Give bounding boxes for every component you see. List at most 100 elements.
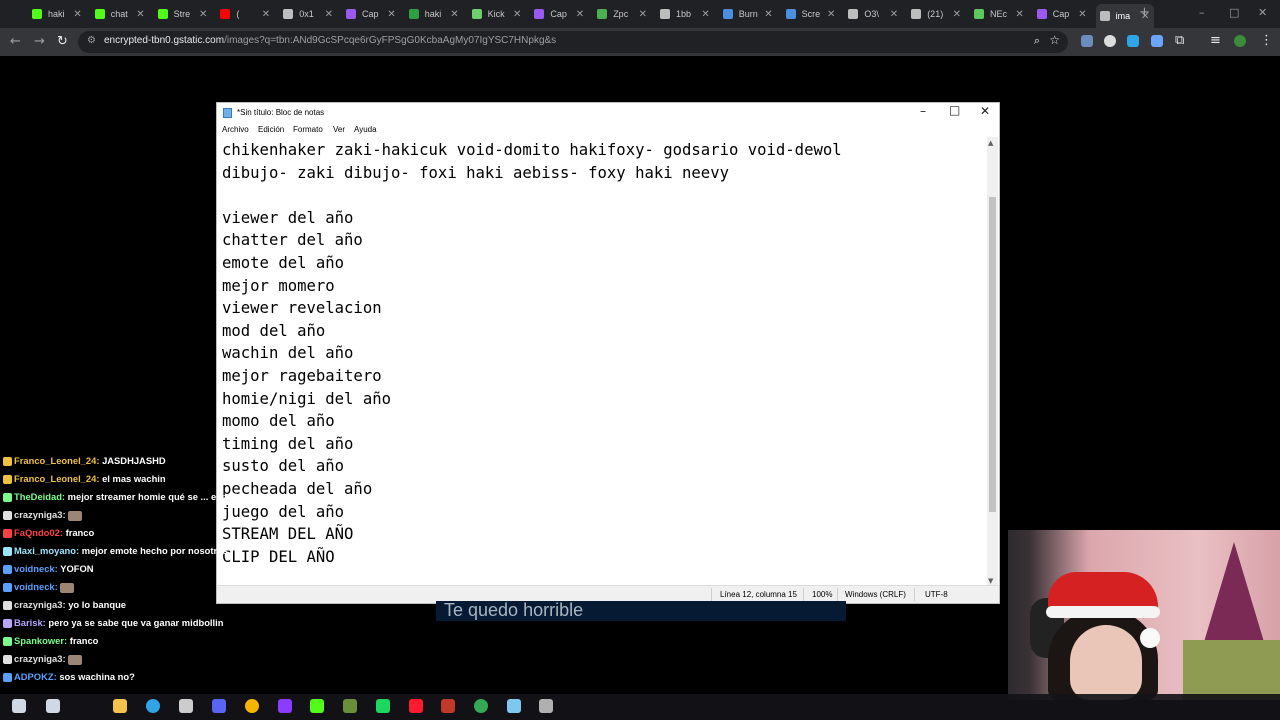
- browser-tab[interactable]: Kick ✕: [468, 4, 527, 24]
- browser-tab[interactable]: Scre ✕: [782, 4, 841, 24]
- browser-tab[interactable]: 0x1 ✕: [279, 4, 338, 24]
- browser-tab[interactable]: Burn ✕: [719, 4, 778, 24]
- zoom-icon[interactable]: ⌕: [1034, 34, 1040, 48]
- search-icon[interactable]: [46, 699, 60, 713]
- url-field[interactable]: ⚙ encrypted-tbn0.gstatic.com/images?q=tb…: [78, 31, 1068, 53]
- chrome-alt-icon[interactable]: [474, 699, 488, 713]
- menu-icon[interactable]: ⋮: [1260, 33, 1273, 48]
- profile-avatar[interactable]: [1234, 35, 1246, 47]
- settings-icon[interactable]: [539, 699, 553, 713]
- tab-close-icon[interactable]: ✕: [73, 9, 86, 20]
- chat-username: TheDeidad:: [14, 491, 66, 502]
- reading-list-icon[interactable]: ≡: [1210, 33, 1221, 48]
- spotify-icon[interactable]: [376, 699, 390, 713]
- edge-icon[interactable]: [146, 699, 160, 713]
- browser-tab[interactable]: NEc ✕: [970, 4, 1029, 24]
- browser-tab[interactable]: chat ✕: [91, 4, 150, 24]
- maximize-icon[interactable]: □: [1229, 6, 1239, 19]
- tab-close-icon[interactable]: ✕: [199, 9, 212, 20]
- browser-tab[interactable]: haki ✕: [405, 4, 464, 24]
- tab-close-icon[interactable]: ✕: [513, 9, 526, 20]
- browser-tab[interactable]: (21) ✕: [907, 4, 966, 24]
- minecraft-icon[interactable]: [343, 699, 357, 713]
- extensions-puzzle-icon[interactable]: ⧉: [1175, 33, 1184, 48]
- voicemeeter-icon[interactable]: [441, 699, 455, 713]
- tab-close-icon[interactable]: ✕: [1015, 9, 1028, 20]
- tab-close-icon[interactable]: ✕: [450, 9, 463, 20]
- tab-close-icon[interactable]: ✕: [1078, 9, 1091, 20]
- extension-icon[interactable]: [1151, 35, 1163, 47]
- chat-username: Franco_Leonel_24:: [14, 473, 100, 484]
- browser-tab[interactable]: haki ✕: [28, 4, 87, 24]
- tab-close-icon[interactable]: ✕: [953, 9, 966, 20]
- tab-close-icon[interactable]: ✕: [325, 9, 338, 20]
- browser-address-bar: ← → ↻ ⚙ encrypted-tbn0.gstatic.com/image…: [0, 28, 1280, 56]
- browser-tab[interactable]: 1bb ✕: [656, 4, 715, 24]
- notepad-title-bar: *Sin título: Bloc de notas – □ ✕: [217, 103, 999, 123]
- menu-archivo[interactable]: Archivo: [222, 125, 249, 134]
- extension-icon[interactable]: [1127, 35, 1139, 47]
- menu-ver[interactable]: Ver: [333, 125, 345, 134]
- browser-tab[interactable]: Cap ✕: [342, 4, 401, 24]
- notepad-text-area[interactable]: chikenhaker zaki-hakicuk void-domito hak…: [222, 139, 982, 585]
- extension-icon[interactable]: [1081, 35, 1093, 47]
- notepad-line: mejor momero: [222, 276, 335, 295]
- tab-close-icon[interactable]: ✕: [262, 9, 275, 20]
- tab-favicon-icon: [220, 9, 231, 19]
- browser-tab[interactable]: Zpc ✕: [593, 4, 652, 24]
- bookmark-star-icon[interactable]: ☆: [1049, 33, 1060, 47]
- menu-edicion[interactable]: Edición: [258, 125, 284, 134]
- browser-tab[interactable]: Cap ✕: [530, 4, 589, 24]
- minimize-icon[interactable]: –: [1199, 6, 1205, 19]
- github-icon[interactable]: [179, 699, 193, 713]
- menu-formato[interactable]: Formato: [293, 125, 323, 134]
- tab-close-icon[interactable]: ✕: [827, 9, 840, 20]
- extension-icon[interactable]: [1104, 35, 1116, 47]
- site-info-icon[interactable]: ⚙: [87, 35, 96, 46]
- browser-tab[interactable]: O3\ ✕: [844, 4, 903, 24]
- new-tab-icon[interactable]: +: [1139, 5, 1150, 20]
- scroll-down-icon[interactable]: ▼: [988, 577, 993, 585]
- browser-tab[interactable]: Cap ✕: [1033, 4, 1092, 24]
- tab-favicon-icon: [974, 9, 984, 19]
- tab-close-icon[interactable]: ✕: [890, 9, 903, 20]
- tab-close-icon[interactable]: ✕: [387, 9, 400, 20]
- chat-emote-icon: [60, 582, 75, 593]
- tab-favicon-icon: [346, 9, 356, 19]
- chat-emote-icon: [68, 510, 83, 521]
- canva-icon[interactable]: [278, 699, 292, 713]
- maximize-icon[interactable]: □: [949, 103, 960, 117]
- tab-close-icon[interactable]: ✕: [639, 9, 652, 20]
- tab-close-icon[interactable]: ✕: [136, 9, 149, 20]
- scrollbar-thumb[interactable]: [989, 197, 996, 512]
- discord-icon[interactable]: [212, 699, 226, 713]
- browser-tab[interactable]: (✕: [216, 4, 275, 24]
- back-icon[interactable]: ←: [10, 34, 21, 49]
- tab-close-icon[interactable]: ✕: [764, 9, 777, 20]
- vertical-scrollbar[interactable]: ▲ ▼: [987, 137, 998, 587]
- opera-icon[interactable]: [409, 699, 423, 713]
- chat-message: crazyniga3:: [0, 506, 250, 524]
- tab-favicon-icon: [722, 9, 733, 19]
- tab-close-icon[interactable]: ✕: [701, 9, 714, 20]
- chat-username: Franco_Leonel_24:: [14, 455, 100, 466]
- notepad-line: viewer del año: [222, 208, 354, 227]
- kick-icon[interactable]: [310, 699, 324, 713]
- forward-icon[interactable]: →: [34, 34, 45, 49]
- close-icon[interactable]: ✕: [1258, 6, 1267, 19]
- reload-icon[interactable]: ↻: [57, 34, 68, 49]
- tab-close-icon[interactable]: ✕: [576, 9, 589, 20]
- browser-tab[interactable]: Stre ✕: [154, 4, 213, 24]
- minimize-icon[interactable]: –: [920, 104, 926, 118]
- chrome-icon[interactable]: [245, 699, 259, 713]
- chat-message: Spankower: franco: [0, 632, 250, 650]
- windows-icon[interactable]: [12, 699, 26, 713]
- tab-label: O3\: [864, 9, 879, 19]
- close-icon[interactable]: ✕: [980, 104, 990, 118]
- scroll-up-icon[interactable]: ▲: [988, 139, 993, 147]
- url-path: /images?q=tbn:ANd9GcSPcqe6rGyFPSgG0KcbaA…: [224, 35, 557, 46]
- file-explorer-icon[interactable]: [113, 699, 127, 713]
- notepad-icon[interactable]: [507, 699, 521, 713]
- chat-message: ADPOKZ: sos wachina no?: [0, 668, 250, 686]
- menu-ayuda[interactable]: Ayuda: [354, 125, 377, 134]
